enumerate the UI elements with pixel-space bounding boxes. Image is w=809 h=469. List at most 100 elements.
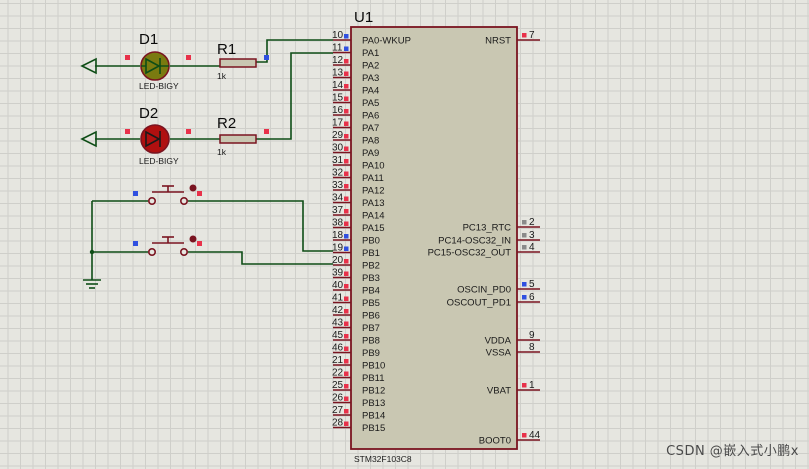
logic-low-marker-icon [264,55,269,60]
resistor-icon [219,134,257,144]
wires [91,39,333,280]
pin-number: 39 [332,268,344,279]
mcu-ref: U1 [354,9,373,26]
pin-number: 34 [332,193,344,204]
terminal-arrow-icon[interactable] [80,130,97,148]
pin-name: PC14-OSC32_IN [438,236,511,247]
logic-high-marker-icon [344,334,349,339]
logic-high-marker-icon [344,146,349,151]
wire-btn2-pb1[interactable] [188,251,333,265]
logic-low-marker-icon [133,241,138,246]
logic-high-marker-icon [197,191,202,196]
pin-name: PB13 [362,398,385,409]
pin-name: PB3 [362,273,380,284]
resistor-r2[interactable]: R2 1k [217,115,257,157]
logic-low-marker-icon [522,282,527,287]
pin-number: 20 [332,255,344,266]
pin-number: 4 [529,242,535,253]
pin-number: 42 [332,305,344,316]
pin-number: 22 [332,368,344,379]
pin-name: PA13 [362,198,385,209]
logic-low-marker-icon [522,295,527,300]
pin-number: 12 [332,55,344,66]
logic-high-marker-icon [186,129,191,134]
r1-value: 1k [217,71,227,81]
pin-number: 14 [332,80,344,91]
pin-name: PA6 [362,111,379,122]
pin-name: VSSA [486,348,512,359]
logic-low-marker-icon [344,34,349,39]
logic-high-marker-icon [344,296,349,301]
logic-unknown-marker-icon [522,245,527,250]
pin-number: 5 [529,279,535,290]
pin-name: PB8 [362,336,380,347]
pin-number: 37 [332,205,344,216]
logic-high-marker-icon [344,321,349,326]
logic-high-marker-icon [344,309,349,314]
logic-high-marker-icon [344,84,349,89]
led-d2[interactable]: D2 LED-BIGY [139,105,179,166]
pin-name: PB7 [362,323,380,334]
logic-high-marker-icon [264,129,269,134]
wire-r2-pa1[interactable] [256,52,333,140]
logic-high-marker-icon [344,421,349,426]
pin-name: PA3 [362,73,379,84]
mcu-u1[interactable]: U1 STM32F103C8 10 PA0-WKUP11 PA112 PA213 PA3… [332,9,541,464]
pin-number: 11 [332,43,343,54]
logic-high-marker-icon [344,184,349,189]
r2-ref: R2 [217,115,236,132]
pin-number: 19 [332,243,344,254]
logic-high-marker-icon [344,396,349,401]
pin-name: PA0-WKUP [362,36,411,47]
logic-high-marker-icon [125,129,130,134]
switch-state-icon [189,184,197,192]
pin-number: 38 [332,218,344,229]
junction-dot [89,249,95,255]
pin-name: PB1 [362,248,380,259]
logic-high-marker-icon [344,134,349,139]
d2-part: LED-BIGY [139,156,179,166]
pin-number: 17 [332,118,344,129]
pin-number: 31 [332,155,344,166]
pin-number: 27 [332,405,344,416]
pin-number: 25 [332,380,344,391]
logic-low-marker-icon [344,246,349,251]
logic-high-marker-icon [344,409,349,414]
pin-name: PA12 [362,186,385,197]
pin-number: 32 [332,168,344,179]
pin-name: PA10 [362,161,385,172]
logic-high-marker-icon [344,284,349,289]
pin-number: 15 [332,93,344,104]
led-d1[interactable]: D1 LED-BIGY [139,31,179,91]
pin-name: PA7 [362,123,379,134]
pin-name: PA8 [362,136,379,147]
pin-name: PB14 [362,411,385,422]
logic-high-marker-icon [344,59,349,64]
logic-high-marker-icon [125,55,130,60]
pin-name: PA15 [362,223,385,234]
pin-number: 10 [332,30,344,41]
logic-low-marker-icon [344,234,349,239]
pin-number: 16 [332,105,344,116]
wire-btn1-pb0[interactable] [188,200,333,252]
pin-name: PA2 [362,61,379,72]
pin-number: 33 [332,180,344,191]
pin-number: 30 [332,143,344,154]
pin-number: 7 [529,30,535,41]
pin-name: PA14 [362,211,385,222]
pin-name: PB0 [362,236,380,247]
pin-name: PA4 [362,86,379,97]
pin-number: 29 [332,130,344,141]
logic-high-marker-icon [344,96,349,101]
pin-name: PA1 [362,48,379,59]
pin-number: 40 [332,280,344,291]
terminal-arrow-icon[interactable] [80,57,97,75]
pin-name: VBAT [487,386,511,397]
r2-value: 1k [217,147,227,157]
pin-number: 8 [529,342,535,353]
pin-name: PB15 [362,423,385,434]
pin-number: 28 [332,418,344,429]
resistor-r1[interactable]: R1 1k [217,41,257,81]
pin-number: 46 [332,343,344,354]
r1-ref: R1 [217,41,236,58]
